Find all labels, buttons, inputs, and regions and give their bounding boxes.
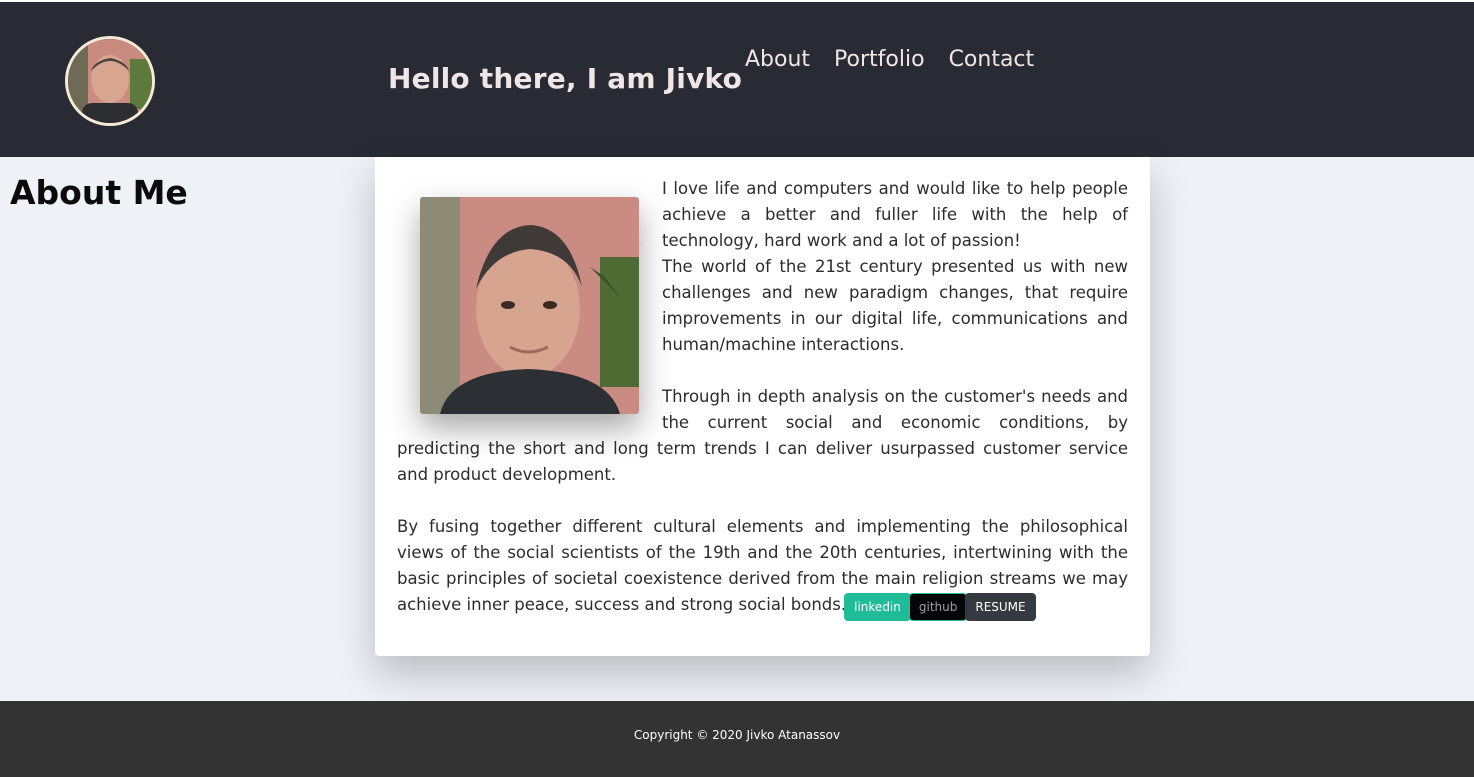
- resume-button[interactable]: RESUME: [965, 593, 1036, 621]
- profile-photo: [420, 197, 639, 414]
- github-button[interactable]: github: [908, 593, 968, 621]
- site-header: Hello there, I am Jivko About Portfolio …: [0, 0, 1474, 157]
- nav-link-portfolio[interactable]: Portfolio: [834, 47, 925, 72]
- about-title: About Me: [10, 173, 188, 212]
- page-headline: Hello there, I am Jivko: [388, 62, 743, 95]
- about-paragraph: By fusing together different cultural el…: [397, 514, 1128, 621]
- site-footer: Copyright © 2020 Jivko Atanassov: [0, 701, 1474, 777]
- about-text: I love life and computers and would like…: [397, 176, 1128, 621]
- avatar: [65, 36, 155, 126]
- nav-link-contact[interactable]: Contact: [949, 47, 1035, 72]
- main-nav: About Portfolio Contact: [745, 47, 1034, 72]
- avatar-image: [68, 39, 152, 123]
- profile-photo-image: [420, 197, 639, 414]
- about-card: I love life and computers and would like…: [375, 157, 1150, 656]
- linkedin-button[interactable]: linkedin: [844, 593, 911, 621]
- nav-link-about[interactable]: About: [745, 47, 810, 72]
- copyright-text: Copyright © 2020 Jivko Atanassov: [633, 728, 841, 742]
